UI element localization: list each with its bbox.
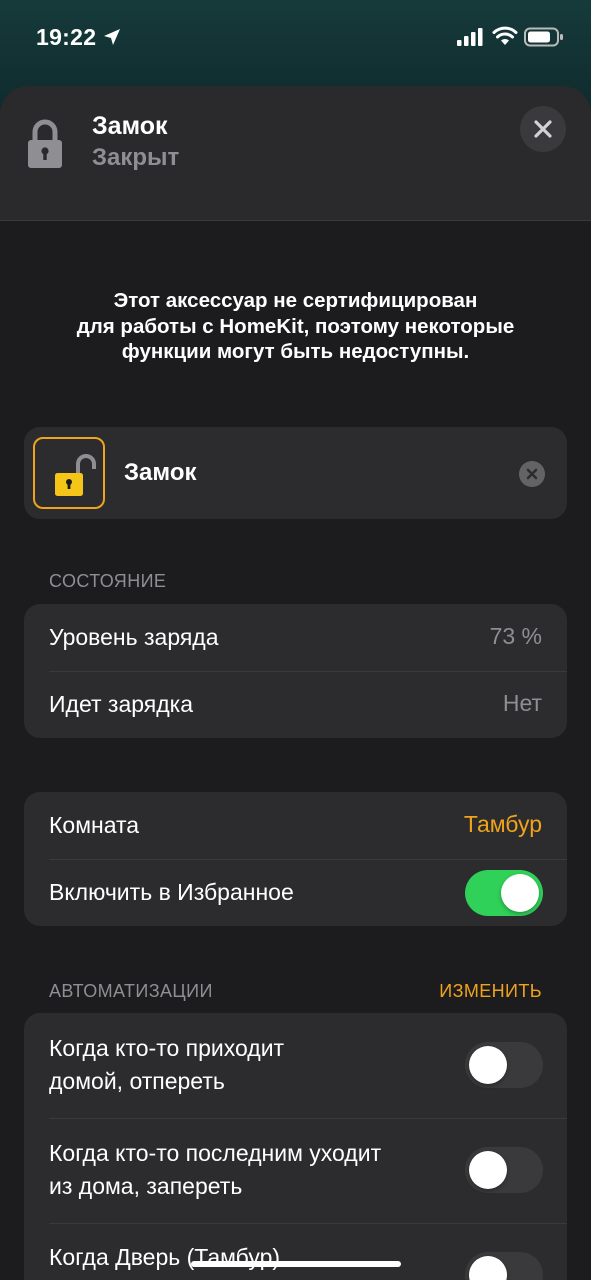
automation-label-line: Когда Дверь (Тамбур)	[49, 1244, 281, 1270]
location-arrow-icon	[104, 29, 120, 45]
room-value[interactable]: Тамбур	[464, 811, 542, 838]
lock-open-icon	[55, 454, 96, 496]
automation-label-line: из дома, запереть	[49, 1173, 243, 1199]
accessory-sheet: Замок Закрыт Этот аксессуар не сертифици…	[0, 86, 591, 1280]
automation-label: Когда Дверь (Тамбур)	[49, 1241, 280, 1274]
toggle-knob	[469, 1256, 507, 1280]
automation-row: Когда кто-то приходит домой, отпереть	[24, 1013, 567, 1118]
automation-toggle[interactable]	[465, 1147, 543, 1193]
accessory-name-card: Замок	[24, 427, 567, 519]
accessory-name-field[interactable]: Замок	[124, 459, 197, 487]
accessory-title: Замок	[92, 112, 168, 140]
battery-level-label: Уровень заряда	[49, 624, 219, 650]
status-bar: 19:22	[0, 0, 591, 80]
room-row[interactable]: Комната Тамбур	[24, 792, 567, 859]
notice-line: для работы с HomeKit, поэтому некоторые	[76, 314, 515, 338]
charging-value: Нет	[502, 690, 542, 716]
favorite-row: Включить в Избранное	[24, 859, 567, 926]
automation-label-line: Когда кто-то приходит	[49, 1035, 285, 1061]
automations-section-label: АВТОМАТИЗАЦИИ	[49, 981, 213, 1001]
toggle-knob	[501, 874, 539, 912]
automation-label-line: Когда кто-то последним уходит	[49, 1140, 382, 1166]
favorite-label: Включить в Избранное	[49, 879, 294, 905]
toggle-knob	[469, 1151, 507, 1189]
room-label: Комната	[49, 812, 140, 838]
certification-notice: Этот аксессуар не сертифицирован для раб…	[40, 288, 551, 365]
favorite-toggle[interactable]	[465, 870, 543, 916]
sheet-header: Замок Закрыт	[0, 86, 591, 221]
automation-label: Когда кто-то последним уходит из дома, з…	[49, 1137, 381, 1203]
clear-icon	[526, 468, 538, 480]
cellular-signal-icon	[457, 28, 483, 46]
battery-level-value: 73 %	[489, 623, 542, 649]
automation-label: Когда кто-то приходит домой, отпереть	[49, 1032, 284, 1098]
automation-toggle[interactable]	[465, 1252, 543, 1280]
charging-label: Идет зарядка	[49, 691, 194, 717]
home-indicator[interactable]	[191, 1261, 401, 1267]
notice-line: функции могут быть недоступны.	[121, 340, 470, 363]
close-icon	[534, 120, 552, 138]
status-time: 19:22	[36, 24, 97, 50]
automations-card: Когда кто-то приходит домой, отпереть Ко…	[24, 1013, 567, 1280]
toggle-knob	[469, 1046, 507, 1084]
automation-label-line: домой, отпереть	[49, 1068, 225, 1094]
status-card: Уровень заряда 73 % Идет зарядка Нет	[24, 604, 567, 738]
charging-row: Идет зарядка Нет	[24, 671, 567, 738]
clear-name-button[interactable]	[519, 461, 545, 487]
notice-line: Этот аксессуар не сертифицирован	[113, 289, 478, 312]
accessory-status: Закрыт	[92, 144, 180, 171]
automation-row: Когда Дверь (Тамбур)	[24, 1223, 567, 1280]
lock-closed-icon	[28, 119, 62, 168]
edit-automations-button[interactable]: ИЗМЕНИТЬ	[439, 981, 542, 1002]
close-button[interactable]	[520, 106, 566, 152]
status-section-label: СОСТОЯНИЕ	[49, 571, 167, 591]
settings-card: Комната Тамбур Включить в Избранное	[24, 792, 567, 926]
accessory-icon-button[interactable]	[33, 437, 105, 509]
automation-row: Когда кто-то последним уходит из дома, з…	[24, 1118, 567, 1223]
automation-toggle[interactable]	[465, 1042, 543, 1088]
battery-icon	[524, 27, 563, 47]
wifi-icon	[492, 26, 518, 45]
battery-level-row: Уровень заряда 73 %	[24, 604, 567, 671]
